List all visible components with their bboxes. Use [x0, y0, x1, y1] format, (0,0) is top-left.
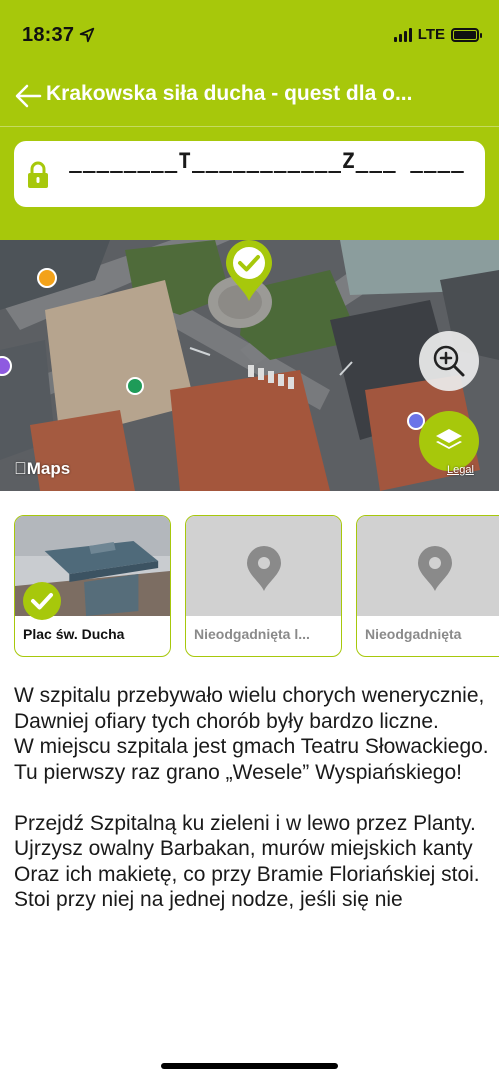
zoom-in-button[interactable] — [419, 331, 479, 391]
zoom-in-icon — [433, 345, 465, 377]
answer-field[interactable]: ________T___________Z___ ____ — [14, 141, 485, 207]
back-arrow-icon[interactable] — [12, 80, 44, 112]
answer-text: ________T___________Z___ ____ — [69, 149, 465, 173]
maps-attribution: Maps — [14, 459, 70, 478]
place-card-label: Plac św. Ducha — [23, 626, 125, 642]
map-marker-orange[interactable] — [37, 268, 57, 288]
place-card[interactable]: Nieodgadnięta — [356, 515, 499, 657]
app-header: 18:37 LTE Krakowska siła ducha - quest d… — [0, 0, 499, 240]
location-arrow-icon — [79, 27, 95, 43]
map-view[interactable]: Maps Legal — [0, 240, 499, 491]
status-bar: 18:37 LTE — [0, 0, 499, 72]
home-indicator[interactable] — [161, 1063, 338, 1069]
layers-button[interactable] — [419, 411, 479, 471]
place-card[interactable]: Nieodgadnięta l... — [185, 515, 342, 657]
solved-check-icon — [23, 582, 61, 620]
riddle-text: W szpitalu przebywało wielu chorych wene… — [14, 684, 489, 911]
status-indicators: LTE — [393, 26, 482, 43]
battery-icon — [451, 27, 482, 42]
lock-icon — [28, 161, 48, 188]
page-title: Krakowska siła ducha - quest dla o... — [46, 82, 413, 105]
place-card-label: Nieodgadnięta — [365, 626, 462, 642]
location-pin-icon — [247, 546, 281, 591]
place-card[interactable]: Plac św. Ducha — [14, 515, 171, 657]
place-card-label: Nieodgadnięta l... — [194, 626, 310, 642]
network-label: LTE — [417, 26, 445, 43]
status-time: 18:37 — [22, 24, 75, 46]
apple-logo-icon:  — [14, 459, 27, 478]
checkmark-pin-icon[interactable] — [224, 240, 274, 302]
legal-link[interactable]: Legal — [447, 464, 474, 476]
location-pin-icon — [418, 546, 452, 591]
signal-icon — [393, 27, 412, 42]
header-divider — [0, 126, 499, 127]
layers-icon — [436, 429, 462, 449]
map-marker-green[interactable] — [126, 377, 144, 395]
places-carousel[interactable]: Plac św. Ducha Nieodgadnięta l... Nieodg… — [14, 515, 499, 658]
